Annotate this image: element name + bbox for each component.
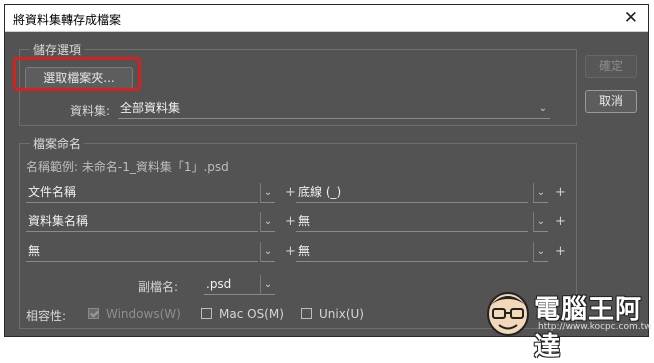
windows-checkbox-label: Windows(W) <box>106 307 181 321</box>
plus-sign: + <box>285 244 296 259</box>
file-naming-legend: 檔案命名 <box>30 135 85 152</box>
dataset-value: 全部資料集 <box>120 101 181 115</box>
naming-row2-right-select[interactable]: 無 <box>296 212 528 232</box>
chevron-down-icon[interactable]: ⌄ <box>533 212 548 232</box>
naming-example: 名稱範例: 未命名-1_資料集「1」.psd <box>26 160 229 174</box>
dataset-label: 資料集: <box>70 104 111 118</box>
dataset-select[interactable]: 全部資料集 ⌄ <box>118 99 550 119</box>
title-bar: 將資料集轉存成檔案 ✕ <box>5 5 648 32</box>
naming-row2-left-value: 資料集名稱 <box>28 214 89 228</box>
window-title: 將資料集轉存成檔案 <box>13 13 122 27</box>
highlight-annotation-box <box>13 57 141 91</box>
naming-row1-right-value: 底線 (_) <box>298 185 342 199</box>
chevron-down-icon[interactable]: ⌄ <box>533 183 548 203</box>
plus-sign[interactable]: + <box>555 214 566 229</box>
naming-row2-left-select[interactable]: 資料集名稱 <box>26 212 258 232</box>
compat-label: 相容性: <box>26 309 67 323</box>
naming-row1-right-select[interactable]: 底線 (_) <box>296 183 528 203</box>
unix-checkbox[interactable] <box>301 308 312 319</box>
plus-sign: + <box>285 214 296 229</box>
watermark: 電腦王阿達 http://www.kocpc.com.tw <box>484 287 652 362</box>
naming-row3-right-select[interactable]: 無 <box>296 242 528 262</box>
chevron-down-icon[interactable]: ⌄ <box>533 242 548 262</box>
naming-row3-right-value: 無 <box>298 244 311 258</box>
mac-os-checkbox-label[interactable]: Mac OS(M) <box>219 307 284 321</box>
plus-sign: + <box>285 185 296 200</box>
extension-select[interactable]: .psd <box>204 275 260 295</box>
plus-sign[interactable]: + <box>555 185 566 200</box>
naming-row1-left-value: 文件名稱 <box>28 185 77 199</box>
save-options-legend: 儲存選項 <box>30 41 85 58</box>
chevron-down-icon[interactable]: ⌄ <box>260 242 275 262</box>
chevron-down-icon[interactable]: ⌄ <box>260 275 275 295</box>
chevron-down-icon[interactable]: ⌄ <box>260 183 275 203</box>
watermark-url: http://www.kocpc.com.tw <box>538 322 652 332</box>
chevron-down-icon[interactable]: ⌄ <box>260 212 275 232</box>
chevron-down-icon: ⌄ <box>538 103 548 114</box>
naming-row3-left-value: 無 <box>28 244 41 258</box>
naming-row1-left-select[interactable]: 文件名稱 <box>26 183 258 203</box>
plus-sign[interactable]: + <box>555 244 566 259</box>
naming-row3-left-select[interactable]: 無 <box>26 242 258 262</box>
unix-checkbox-label[interactable]: Unix(U) <box>319 307 364 321</box>
naming-row2-right-value: 無 <box>298 214 311 228</box>
mac-os-checkbox[interactable] <box>201 308 212 319</box>
ok-button[interactable]: 確定 <box>585 55 637 78</box>
extension-label: 副檔名: <box>138 280 179 294</box>
close-icon[interactable]: ✕ <box>624 8 638 28</box>
cancel-button[interactable]: 取消 <box>585 90 637 113</box>
extension-value: .psd <box>206 277 232 291</box>
windows-checkbox[interactable] <box>88 308 99 319</box>
mascot-icon <box>487 292 529 336</box>
